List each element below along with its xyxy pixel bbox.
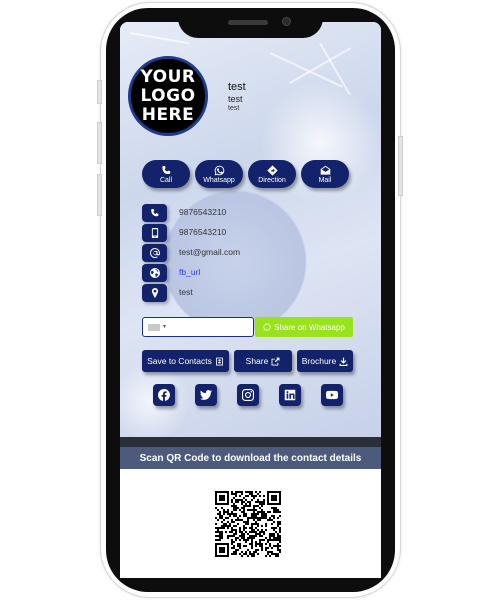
whatsapp-button[interactable]: Whatsapp	[195, 160, 243, 188]
share-on-whatsapp-label: Share on Whatsapp	[274, 322, 345, 332]
download-icon	[339, 357, 348, 366]
phone-side-button	[398, 136, 403, 196]
contact-card-icon	[215, 357, 223, 365]
mail-button[interactable]: Mail	[301, 160, 349, 188]
profile-company: test	[228, 105, 240, 112]
camera	[282, 17, 291, 26]
linkedin-icon	[284, 389, 296, 401]
instagram-icon	[242, 389, 254, 401]
share-label: Share	[245, 356, 269, 366]
profile-title: test	[228, 94, 243, 104]
twitter-button[interactable]	[195, 384, 217, 406]
qr-heading: Scan QR Code to download the contact det…	[120, 447, 381, 469]
twitter-icon	[200, 390, 212, 400]
mobile-icon	[142, 224, 167, 242]
globe-icon	[142, 264, 167, 282]
qr-section-divider	[120, 437, 381, 447]
direction-icon	[266, 164, 278, 176]
whatsapp-icon	[263, 323, 271, 331]
save-to-contacts-label: Save to Contacts	[147, 356, 212, 366]
profile-name: test	[228, 81, 246, 93]
linkedin-button[interactable]	[279, 384, 301, 406]
contact-phone-text: 9876543210	[179, 207, 227, 217]
company-logo: YOUR LOGO HERE	[128, 56, 208, 136]
mail-label: Mail	[318, 176, 332, 184]
whatsapp-icon	[214, 165, 224, 175]
contact-website-link[interactable]: fb_url	[179, 267, 200, 277]
country-flag-icon[interactable]	[148, 324, 160, 331]
background-decoration	[129, 32, 190, 45]
youtube-icon	[326, 390, 338, 400]
mail-icon	[320, 165, 330, 175]
share-button[interactable]: Share	[234, 350, 292, 372]
qr-code-image	[215, 491, 281, 557]
facebook-button[interactable]	[153, 384, 175, 406]
instagram-button[interactable]	[237, 384, 259, 406]
brochure-button[interactable]: Brochure	[297, 350, 353, 372]
phone-screen: YOUR LOGO HERE test test test Call Whats…	[120, 22, 381, 578]
call-label: Call	[159, 176, 173, 184]
brochure-label: Brochure	[301, 356, 337, 366]
contact-address-text: test	[179, 287, 193, 297]
save-to-contacts-button[interactable]: Save to Contacts	[142, 350, 229, 372]
youtube-button[interactable]	[321, 384, 343, 406]
logo-text: YOUR LOGO HERE	[140, 66, 196, 125]
direction-button[interactable]: Direction	[248, 160, 296, 188]
phone-icon	[142, 204, 167, 222]
phone-side-button	[97, 174, 102, 216]
qr-section	[120, 469, 381, 578]
phone-icon	[161, 165, 170, 174]
share-on-whatsapp-button[interactable]: Share on Whatsapp	[255, 317, 353, 337]
phone-side-button	[97, 122, 102, 164]
direction-label: Direction	[258, 176, 286, 184]
email-icon	[142, 244, 167, 262]
facebook-icon	[158, 389, 170, 401]
share-icon	[271, 357, 280, 365]
contact-mobile-text: 9876543210	[179, 227, 227, 237]
location-pin-icon	[142, 284, 167, 302]
chevron-down-icon[interactable]: ▾	[163, 323, 166, 330]
call-button[interactable]: Call	[142, 160, 190, 188]
phone-bezel: YOUR LOGO HERE test test test Call Whats…	[106, 8, 395, 592]
qr-heading-text: Scan QR Code to download the contact det…	[139, 452, 362, 464]
whatsapp-label: Whatsapp	[203, 176, 235, 184]
contact-email-text: test@gmail.com	[179, 247, 241, 257]
whatsapp-number-input[interactable]: ▾	[142, 317, 254, 337]
phone-notch	[178, 8, 323, 38]
phone-side-button	[97, 80, 102, 104]
speaker	[228, 20, 268, 25]
